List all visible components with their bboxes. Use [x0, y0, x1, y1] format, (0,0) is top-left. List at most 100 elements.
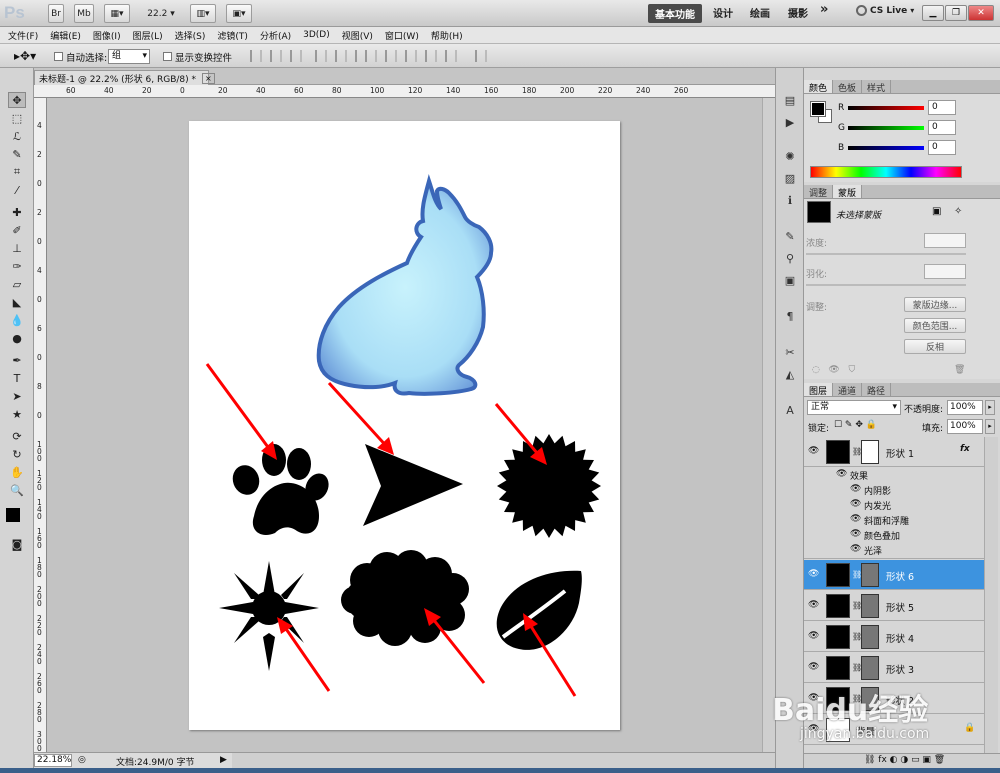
eyedropper-tool-icon[interactable]: ⁄	[8, 182, 26, 198]
density-slider[interactable]	[806, 253, 966, 255]
vertical-scrollbar[interactable]	[762, 98, 775, 752]
menu-item[interactable]: 帮助(H)	[431, 29, 463, 42]
menu-item[interactable]: 滤镜(T)	[217, 29, 248, 42]
layer-row-shape4[interactable]: 👁 ⛓ 形状 4	[804, 622, 984, 652]
workspace-essentials[interactable]: 基本功能	[648, 4, 702, 23]
align-bottom-icon[interactable]	[290, 50, 302, 62]
color-fg-swatch[interactable]	[810, 101, 826, 117]
effect-inner-shadow[interactable]: 👁 内阴影	[804, 484, 984, 499]
g-slider[interactable]	[848, 126, 924, 130]
mask-edge-button[interactable]: 蒙版边缘...	[904, 297, 966, 312]
layer-row-shape5[interactable]: 👁 ⛓ 形状 5	[804, 591, 984, 621]
text-panel-icon[interactable]: A	[782, 402, 798, 418]
pen-tool-icon[interactable]: ✒	[8, 352, 26, 368]
lasso-tool-icon[interactable]: ℒ	[8, 128, 26, 144]
info-panel-icon[interactable]: ℹ	[782, 192, 798, 208]
horizontal-scrollbar[interactable]	[232, 752, 775, 768]
effect-inner-glow[interactable]: 👁 内发光	[804, 499, 984, 514]
layer-row-shape1[interactable]: 👁 ⛓ 形状 1 fx	[804, 437, 984, 467]
quick-mask-icon[interactable]: ◙	[8, 536, 26, 552]
invert-button[interactable]: 反相	[904, 339, 966, 354]
align-horizontal-center-icon[interactable]	[335, 50, 347, 62]
feather-field[interactable]	[924, 264, 966, 279]
brush-tool-icon[interactable]: ✐	[8, 222, 26, 238]
effect-eye-icon[interactable]: 👁	[850, 514, 861, 524]
bridge-button[interactable]: Br	[48, 4, 64, 23]
workspace-design[interactable]: 设计	[713, 5, 733, 20]
distribute-hcenter-icon[interactable]	[445, 50, 457, 62]
blur-tool-icon[interactable]: 💧	[8, 312, 26, 328]
tab-styles[interactable]: 样式	[862, 80, 892, 94]
effect-eye-icon[interactable]: 👁	[850, 484, 861, 494]
3d-rotate-tool-icon[interactable]: ⟳	[8, 428, 26, 444]
actions-panel-icon[interactable]: ▶	[782, 114, 798, 130]
mask-footer-icons[interactable]: ◌ 👁 ⛉	[812, 365, 855, 375]
canvas-workspace[interactable]	[47, 98, 775, 752]
brush-panel-icon[interactable]: ✎	[782, 228, 798, 244]
more-workspaces-button[interactable]: »	[820, 2, 828, 17]
menu-item[interactable]: 分析(A)	[260, 29, 291, 42]
workspace-photography[interactable]: 摄影	[788, 5, 808, 20]
cs-live-button[interactable]: CS Live ▾	[856, 5, 914, 16]
menu-item[interactable]: 选择(S)	[175, 29, 206, 42]
fx-icon[interactable]: fx	[960, 444, 970, 454]
pixel-mask-icon[interactable]: ▣	[932, 206, 941, 217]
color-spectrum-bar[interactable]	[810, 166, 962, 178]
styles-panel-icon[interactable]: ◭	[782, 366, 798, 382]
move-tool-preset-icon[interactable]: ▸✥▾	[14, 49, 36, 63]
foreground-color-swatch[interactable]	[6, 508, 20, 522]
tab-adjustments[interactable]: 调整	[804, 185, 834, 199]
tab-paths[interactable]: 路径	[862, 383, 892, 397]
clone-stamp-tool-icon[interactable]: ⊥	[8, 240, 26, 256]
status-zoom[interactable]: 22.18%	[34, 754, 72, 767]
menu-item[interactable]: 文件(F)	[8, 29, 38, 42]
status-menu-arrow[interactable]: ▶	[220, 755, 227, 765]
history-panel-icon[interactable]: ▤	[782, 92, 798, 108]
marquee-tool-icon[interactable]: ⬚	[8, 110, 26, 126]
vector-mask-icon[interactable]: ✧	[954, 206, 962, 217]
screen-mode-button[interactable]: ▣▾	[226, 4, 252, 23]
distribute-center-icon[interactable]	[385, 50, 397, 62]
layer-visibility-icon[interactable]: 👁	[808, 569, 819, 579]
distribute-left-icon[interactable]	[425, 50, 437, 62]
layer-visibility-icon[interactable]: 👁	[808, 446, 819, 456]
tool-presets-icon[interactable]: ✂	[782, 344, 798, 360]
custom-shape-tool-icon[interactable]: ★	[8, 406, 26, 422]
feather-slider[interactable]	[806, 284, 966, 286]
view-extras-button[interactable]: ▦▾	[104, 4, 130, 23]
tab-layers[interactable]: 图层	[804, 383, 834, 397]
lock-icons[interactable]: ☐ ✎ ✥ 🔒	[834, 420, 877, 430]
align-vertical-center-icon[interactable]	[270, 50, 282, 62]
tab-channels[interactable]: 通道	[833, 383, 863, 397]
layers-footer-icons[interactable]: ⛓ fx ◐ ◑ ▭ ▣ 🗑	[804, 753, 1000, 768]
menu-item[interactable]: 3D(D)	[303, 30, 330, 40]
hand-tool-icon[interactable]: ✋	[8, 464, 26, 480]
history-brush-tool-icon[interactable]: ✑	[8, 258, 26, 274]
opacity-slider-arrow[interactable]: ▸	[985, 400, 995, 415]
arrange-documents-button[interactable]: ▥▾	[190, 4, 216, 23]
effects-group[interactable]: 👁 效果	[804, 469, 984, 484]
menu-item[interactable]: 视图(V)	[342, 29, 373, 42]
path-selection-tool-icon[interactable]: ➤	[8, 388, 26, 404]
healing-brush-tool-icon[interactable]: ✚	[8, 204, 26, 220]
fill-slider-arrow[interactable]: ▸	[985, 419, 995, 434]
layer-visibility-icon[interactable]: 👁	[808, 662, 819, 672]
paint-bucket-tool-icon[interactable]: ◣	[8, 294, 26, 310]
effect-eye-icon[interactable]: 👁	[850, 544, 861, 554]
close-button[interactable]: ✕	[968, 5, 994, 21]
character-panel-icon[interactable]: ▣	[782, 272, 798, 288]
effect-bevel-emboss[interactable]: 👁 斜面和浮雕	[804, 514, 984, 529]
align-top-icon[interactable]	[250, 50, 262, 62]
document-tab[interactable]: 未标题-1 @ 22.2% (形状 6, RGB/8) * ×	[34, 70, 215, 85]
move-tool-icon[interactable]: ✥	[8, 92, 26, 108]
effect-eye-icon[interactable]: 👁	[850, 529, 861, 539]
status-icon[interactable]: ◎	[78, 755, 86, 765]
effect-satin[interactable]: 👁 光泽	[804, 544, 984, 559]
effect-eye-icon[interactable]: 👁	[850, 499, 861, 509]
eraser-tool-icon[interactable]: ▱	[8, 276, 26, 292]
color-range-button[interactable]: 颜色范围...	[904, 318, 966, 333]
layer-row-shape6[interactable]: 👁 ⛓ 形状 6	[804, 560, 984, 590]
menu-item[interactable]: 图像(I)	[93, 29, 121, 42]
effect-eye-icon[interactable]: 👁	[836, 469, 847, 479]
layer-visibility-icon[interactable]: 👁	[808, 631, 819, 641]
